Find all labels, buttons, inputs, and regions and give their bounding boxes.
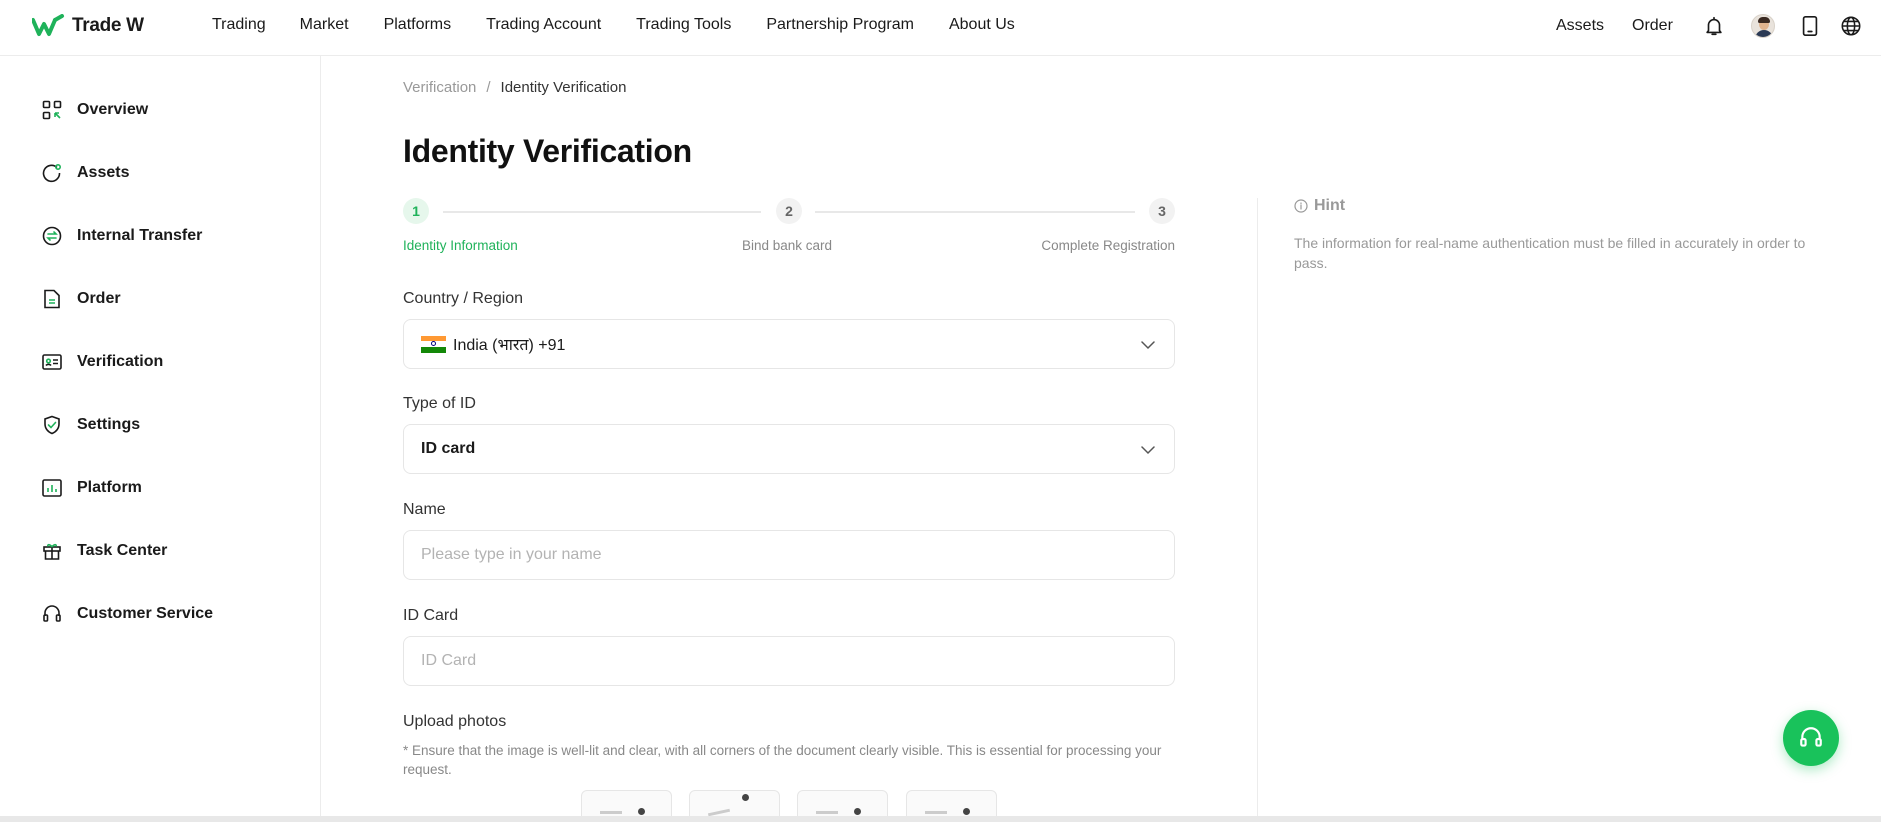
sidebar-item-verification[interactable]: Verification bbox=[41, 348, 163, 376]
sidebar: Overview Assets Internal Transfer Order … bbox=[0, 56, 321, 822]
main-nav: Trading Market Platforms Trading Account… bbox=[212, 14, 1050, 36]
step-1-label: Identity Information bbox=[403, 238, 518, 253]
nav-market[interactable]: Market bbox=[300, 14, 349, 36]
top-navbar: Trade W Trading Market Platforms Trading… bbox=[0, 0, 1881, 56]
nav-trading[interactable]: Trading bbox=[212, 14, 266, 36]
sidebar-item-platform[interactable]: Platform bbox=[41, 474, 142, 502]
breadcrumb-current: Identity Verification bbox=[500, 79, 627, 96]
stepper: 1 2 3 Identity Information Bind bank car… bbox=[403, 198, 1175, 258]
hint-title: Hint bbox=[1294, 197, 1345, 215]
sidebar-item-label: Internal Transfer bbox=[77, 227, 203, 244]
headset-icon bbox=[41, 603, 63, 625]
id-card-placeholder: ID Card bbox=[421, 652, 477, 669]
india-flag-icon bbox=[421, 335, 446, 353]
breadcrumb: Verification / Identity Verification bbox=[403, 79, 626, 96]
sidebar-item-assets[interactable]: Assets bbox=[41, 159, 129, 187]
step-connector bbox=[443, 211, 761, 213]
brand-name: Trade W bbox=[72, 15, 144, 36]
platform-icon bbox=[41, 477, 63, 499]
country-value: India (भारत) +91 bbox=[453, 337, 566, 354]
id-card-label: ID Card bbox=[403, 607, 459, 624]
assets-icon bbox=[41, 162, 63, 184]
upload-label: Upload photos bbox=[403, 713, 507, 730]
nav-about-us[interactable]: About Us bbox=[949, 14, 1015, 36]
sidebar-item-label: Assets bbox=[77, 164, 130, 181]
sidebar-item-label: Platform bbox=[77, 479, 142, 496]
order-icon bbox=[41, 288, 63, 310]
name-field[interactable]: Please type in your name bbox=[403, 530, 1175, 580]
upload-note: * Ensure that the image is well-lit and … bbox=[403, 743, 1162, 777]
sidebar-item-label: Order bbox=[77, 290, 121, 307]
sidebar-item-label: Customer Service bbox=[77, 605, 214, 622]
step-3-label: Complete Registration bbox=[1041, 238, 1175, 253]
sidebar-item-order[interactable]: Order bbox=[41, 285, 121, 313]
transfer-icon bbox=[41, 225, 63, 247]
sidebar-item-internal-transfer[interactable]: Internal Transfer bbox=[41, 222, 202, 250]
sidebar-item-label: Overview bbox=[77, 101, 149, 118]
id-type-value: ID card bbox=[421, 440, 476, 457]
nav-partnership-program[interactable]: Partnership Program bbox=[766, 14, 914, 36]
nav-trading-account[interactable]: Trading Account bbox=[486, 14, 601, 36]
gift-icon bbox=[41, 540, 63, 562]
shield-icon bbox=[41, 414, 63, 436]
page-title: Identity Verification bbox=[403, 133, 692, 169]
info-icon bbox=[1294, 199, 1308, 213]
nav-platforms[interactable]: Platforms bbox=[384, 14, 452, 36]
step-3-indicator: 3 bbox=[1149, 198, 1175, 224]
bell-icon[interactable] bbox=[1700, 10, 1728, 42]
sidebar-item-overview[interactable]: Overview bbox=[41, 96, 148, 124]
breadcrumb-separator: / bbox=[486, 79, 491, 96]
sidebar-item-customer-service[interactable]: Customer Service bbox=[41, 600, 213, 628]
horizontal-scrollbar[interactable] bbox=[0, 816, 1881, 822]
chevron-down-icon bbox=[1141, 341, 1155, 350]
headset-icon bbox=[1800, 727, 1822, 747]
hint-title-text: Hint bbox=[1314, 197, 1346, 214]
step-1-indicator: 1 bbox=[403, 198, 429, 224]
step-2-indicator: 2 bbox=[776, 198, 802, 224]
sidebar-item-label: Task Center bbox=[77, 542, 168, 559]
country-label: Country / Region bbox=[403, 290, 524, 307]
header-order-link[interactable]: Order bbox=[1632, 10, 1673, 42]
overview-icon bbox=[41, 99, 63, 121]
logo-mark bbox=[32, 14, 64, 36]
name-label: Name bbox=[403, 501, 446, 518]
country-select[interactable]: India (भारत) +91 bbox=[403, 319, 1175, 369]
globe-icon[interactable] bbox=[1837, 10, 1865, 42]
name-placeholder: Please type in your name bbox=[421, 546, 602, 563]
id-type-label: Type of ID bbox=[403, 395, 476, 412]
id-card-field[interactable]: ID Card bbox=[403, 636, 1175, 686]
header-assets-link[interactable]: Assets bbox=[1556, 10, 1604, 42]
step-connector bbox=[815, 211, 1135, 213]
avatar[interactable] bbox=[1749, 10, 1777, 42]
phone-icon[interactable] bbox=[1796, 10, 1824, 42]
id-type-select[interactable]: ID card bbox=[403, 424, 1175, 474]
verification-icon bbox=[41, 351, 63, 373]
sidebar-item-label: Verification bbox=[77, 353, 164, 370]
hint-text: The information for real-name authentica… bbox=[1294, 235, 1806, 271]
customer-service-button[interactable] bbox=[1783, 710, 1839, 766]
breadcrumb-parent[interactable]: Verification bbox=[403, 79, 476, 96]
nav-trading-tools[interactable]: Trading Tools bbox=[636, 14, 731, 36]
logo[interactable]: Trade W bbox=[32, 12, 144, 40]
avatar-image bbox=[1751, 14, 1775, 38]
sidebar-item-label: Settings bbox=[77, 416, 141, 433]
chevron-down-icon bbox=[1141, 446, 1155, 455]
sidebar-item-task-center[interactable]: Task Center bbox=[41, 537, 167, 565]
hint-divider bbox=[1257, 198, 1258, 822]
step-2-label: Bind bank card bbox=[742, 238, 833, 253]
sidebar-item-settings[interactable]: Settings bbox=[41, 411, 140, 439]
